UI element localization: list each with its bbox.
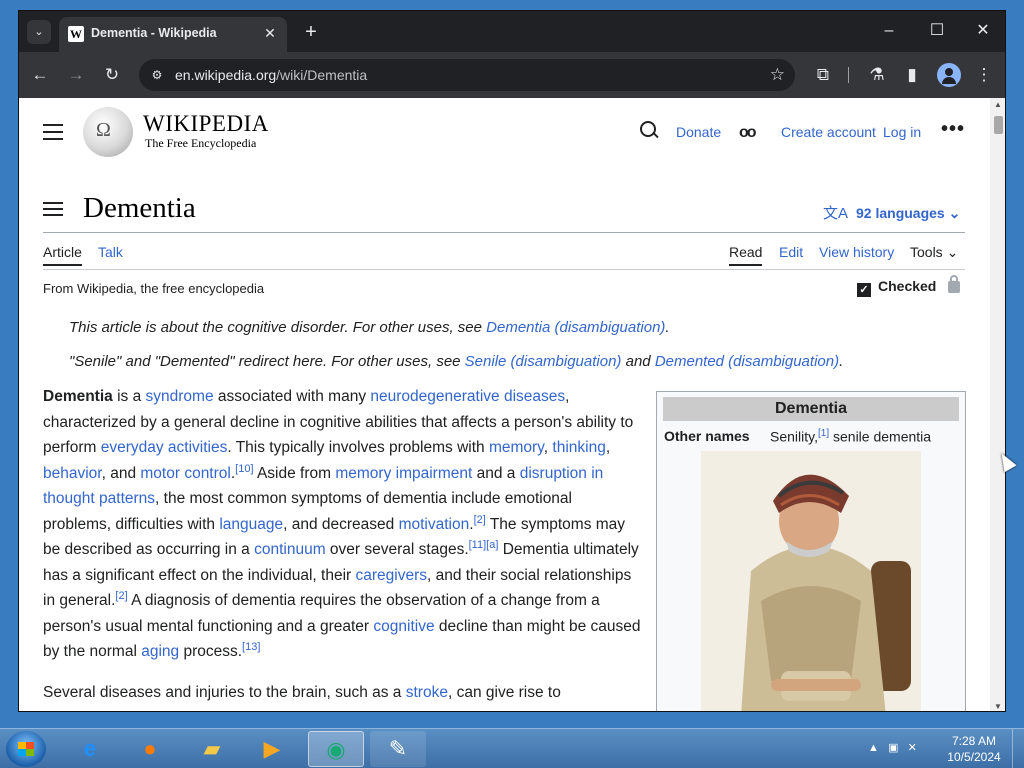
scroll-down-icon[interactable]: ▼: [994, 702, 1002, 711]
tab-edit[interactable]: Edit: [779, 244, 803, 260]
page-scrollbar[interactable]: ▲ ▼: [990, 98, 1005, 711]
start-button[interactable]: [6, 731, 46, 767]
tab-title: Dementia - Wikipedia: [91, 26, 217, 40]
taskbar: e ● ▰ ▶ ◉ ✎ ▲ ▣ ✕ 7:28 AM 10/5/2024: [0, 728, 1024, 768]
clock-time: 7:28 AM: [951, 734, 997, 748]
wikipedia-tagline: The Free Encyclopedia: [145, 136, 257, 150]
sidepanel-icon[interactable]: ▮: [900, 63, 924, 87]
infobox-value-other-names: Senility,[1] senile dementia: [770, 428, 932, 445]
more-options-icon[interactable]: •••: [941, 118, 965, 141]
search-icon[interactable]: [639, 120, 661, 142]
network-icon[interactable]: ▣: [888, 742, 898, 754]
dementia-disambiguation-link[interactable]: Dementia (disambiguation): [486, 319, 665, 336]
toc-icon[interactable]: [43, 202, 63, 218]
volume-muted-icon[interactable]: ✕: [908, 742, 917, 754]
tab-strip: ⌄ W Dementia - Wikipedia ✕ + – ☐ ✕: [19, 11, 1005, 52]
donate-link[interactable]: Donate: [676, 124, 721, 140]
firefox-icon[interactable]: ●: [122, 731, 178, 767]
media-player-icon[interactable]: ▶: [244, 731, 300, 767]
wikipedia-globe-logo[interactable]: [83, 107, 133, 157]
translate-icon: 文A: [823, 205, 849, 222]
hatnote-1: This article is about the cognitive diso…: [69, 319, 670, 336]
title-divider: [43, 232, 965, 233]
site-info-icon[interactable]: ⚙: [147, 65, 167, 85]
second-paragraph: Several diseases and injuries to the bra…: [43, 684, 561, 701]
infobox-title: Dementia: [663, 397, 959, 421]
wikipedia-favicon-icon: W: [68, 26, 84, 42]
infobox-image[interactable]: [701, 451, 921, 711]
browser-window: ⌄ W Dementia - Wikipedia ✕ + – ☐ ✕ ← → ↻…: [18, 10, 1006, 712]
new-tab-plus-icon[interactable]: +: [299, 20, 323, 44]
page-tabs: Article Talk Read Edit View history Tool…: [43, 244, 965, 270]
tab-read[interactable]: Read: [729, 244, 763, 266]
system-tray: ▲ ▣ ✕: [868, 741, 917, 754]
scroll-up-icon[interactable]: ▲: [994, 100, 1002, 109]
hatnote-2: "Senile" and "Demented" redirect here. F…: [69, 353, 844, 370]
tabs-divider: [43, 269, 965, 270]
show-desktop-button[interactable]: [1012, 729, 1024, 768]
minimize-icon[interactable]: –: [874, 19, 904, 43]
elderly-man-painting: [701, 451, 921, 711]
toolbar-divider: [848, 67, 849, 83]
wikipedia-page: WIKIPEDIA The Free Encyclopedia Donate o…: [19, 98, 990, 711]
tab-talk[interactable]: Talk: [98, 244, 123, 260]
clock[interactable]: 7:28 AM 10/5/2024: [944, 733, 1004, 765]
close-icon[interactable]: ✕: [261, 24, 279, 42]
clock-date: 10/5/2024: [947, 750, 1001, 764]
scroll-thumb[interactable]: [994, 116, 1003, 134]
senile-disambiguation-link[interactable]: Senile (disambiguation): [465, 353, 622, 370]
browser-toolbar: ← → ↻ ⚙ en.wikipedia.org/wiki/Dementia ☆…: [19, 52, 1005, 98]
tray-expand-icon[interactable]: ▲: [868, 742, 879, 754]
page-title: Dementia: [83, 192, 196, 224]
login-link[interactable]: Log in: [883, 124, 921, 140]
maximize-icon[interactable]: ☐: [922, 19, 952, 43]
languages-button[interactable]: 文A 92 languages ⌄: [823, 202, 960, 223]
tab-active[interactable]: W Dementia - Wikipedia ✕: [59, 17, 287, 52]
notepad-app-icon[interactable]: ✎: [370, 731, 426, 767]
reload-icon[interactable]: ↻: [100, 63, 124, 87]
window-close-icon[interactable]: ✕: [968, 19, 998, 43]
infobox: Dementia Other names Senility,[1] senile…: [656, 391, 966, 711]
demented-disambiguation-link[interactable]: Demented (disambiguation): [655, 353, 839, 370]
profile-icon[interactable]: [937, 63, 961, 87]
checked-badge[interactable]: ✓ Checked: [857, 275, 961, 297]
file-explorer-icon[interactable]: ▰: [184, 731, 240, 767]
create-account-link[interactable]: Create account: [781, 124, 876, 140]
hamburger-icon[interactable]: [43, 124, 63, 140]
page-viewport: WIKIPEDIA The Free Encyclopedia Donate o…: [19, 98, 1005, 711]
tab-search-chevron-down-icon[interactable]: ⌄: [27, 20, 51, 44]
extensions-icon[interactable]: ⧉: [811, 63, 835, 87]
internet-explorer-icon[interactable]: e: [62, 731, 118, 767]
checkbox-icon: ✓: [857, 283, 871, 297]
kebab-icon[interactable]: ⋮: [972, 63, 996, 87]
lead-paragraph: Dementia is a syndrome associated with m…: [43, 388, 641, 660]
forward-icon[interactable]: →: [64, 63, 88, 87]
star-icon[interactable]: ☆: [770, 64, 785, 86]
back-icon[interactable]: ←: [28, 63, 52, 87]
glasses-icon[interactable]: oo: [739, 124, 756, 142]
wikipedia-wordmark[interactable]: WIKIPEDIA: [143, 111, 269, 137]
lock-icon: [948, 275, 961, 293]
url-text[interactable]: en.wikipedia.org/wiki/Dementia: [175, 67, 367, 83]
tab-tools[interactable]: Tools ⌄: [910, 244, 958, 261]
stroke-link[interactable]: stroke: [406, 684, 448, 701]
tab-article[interactable]: Article: [43, 244, 82, 266]
infobox-label-other-names: Other names: [664, 428, 750, 444]
taskbar-app-active-icon[interactable]: ◉: [308, 731, 364, 767]
tab-view-history[interactable]: View history: [819, 244, 894, 260]
from-wikipedia-note: From Wikipedia, the free encyclopedia: [43, 281, 265, 296]
address-bar[interactable]: ⚙ en.wikipedia.org/wiki/Dementia ☆: [139, 59, 795, 91]
labs-icon[interactable]: ⚗: [865, 63, 889, 87]
